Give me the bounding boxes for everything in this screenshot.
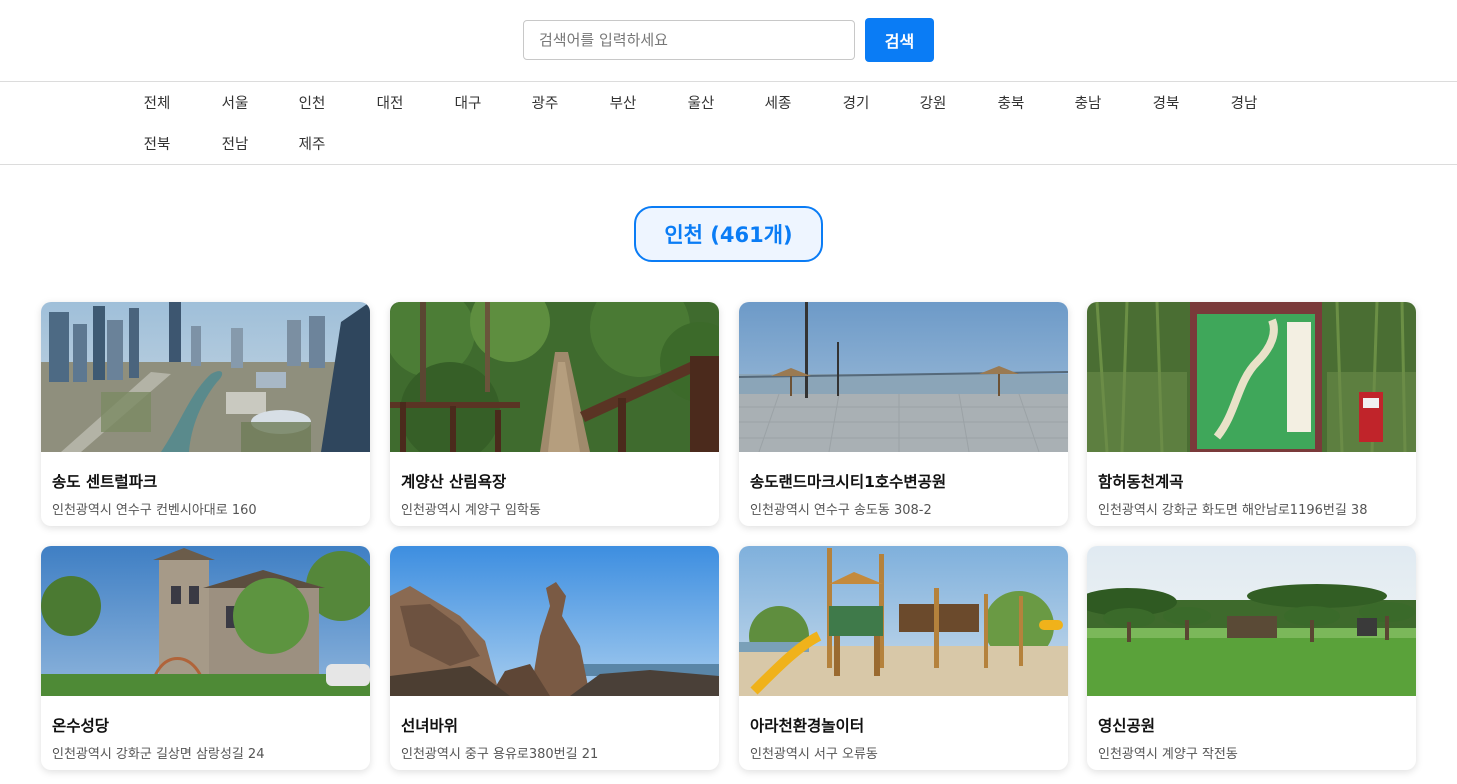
place-address: 인천광역시 강화군 길상면 삼랑성길 24 xyxy=(52,747,265,762)
place-image xyxy=(390,546,719,696)
search-bar: 검색 xyxy=(0,0,1457,82)
region-tab-gyeongbuk[interactable]: 경북 xyxy=(1127,89,1205,119)
place-name: 영신공원 xyxy=(1098,717,1156,735)
place-name: 송도랜드마크시티1호수변공원 xyxy=(750,473,947,491)
region-tab-chungbuk[interactable]: 충북 xyxy=(972,89,1050,119)
region-tab-incheon[interactable]: 인천 xyxy=(273,89,351,119)
place-image xyxy=(739,302,1068,452)
place-image xyxy=(390,302,719,452)
place-image xyxy=(739,546,1068,696)
place-name: 온수성당 xyxy=(52,717,110,735)
place-card[interactable]: 영신공원 인천광역시 계양구 작전동 xyxy=(1087,546,1416,770)
place-name: 선녀바위 xyxy=(401,717,459,735)
region-tab-jeonnam[interactable]: 전남 xyxy=(196,130,274,160)
region-tab-jeju[interactable]: 제주 xyxy=(273,130,351,160)
place-address: 인천광역시 연수구 컨벤시아대로 160 xyxy=(52,503,257,518)
place-card[interactable]: 송도랜드마크시티1호수변공원 인천광역시 연수구 송도동 308-2 xyxy=(739,302,1068,526)
place-image xyxy=(41,302,370,452)
place-card[interactable]: 송도 센트럴파크 인천광역시 연수구 컨벤시아대로 160 xyxy=(41,302,370,526)
region-tab-jeonbuk[interactable]: 전북 xyxy=(118,130,196,160)
place-name: 아라천환경놀이터 xyxy=(750,717,865,735)
region-tab-ulsan[interactable]: 울산 xyxy=(662,89,740,119)
region-tab-gwangju[interactable]: 광주 xyxy=(506,89,584,119)
region-tab-chungnam[interactable]: 충남 xyxy=(1049,89,1127,119)
place-name: 계양산 산림욕장 xyxy=(401,473,507,491)
place-address: 인천광역시 연수구 송도동 308-2 xyxy=(750,503,932,518)
region-tab-daejeon[interactable]: 대전 xyxy=(351,89,429,119)
place-address: 인천광역시 강화군 화도면 해안남로1196번길 38 xyxy=(1098,503,1368,518)
place-address: 인천광역시 서구 오류동 xyxy=(750,747,878,762)
search-input[interactable] xyxy=(523,20,855,60)
place-address: 인천광역시 계양구 임학동 xyxy=(401,503,541,518)
region-tab-sejong[interactable]: 세종 xyxy=(739,89,817,119)
place-image xyxy=(1087,302,1416,452)
region-tab-busan[interactable]: 부산 xyxy=(584,89,662,119)
place-card[interactable]: 함허동천계곡 인천광역시 강화군 화도면 해안남로1196번길 38 xyxy=(1087,302,1416,526)
region-nav: 전체 서울 인천 대전 대구 광주 부산 울산 세종 경기 강원 충북 충남 경… xyxy=(0,82,1457,165)
place-image xyxy=(41,546,370,696)
place-name: 함허동천계곡 xyxy=(1098,473,1184,491)
place-card[interactable]: 계양산 산림욕장 인천광역시 계양구 임학동 xyxy=(390,302,719,526)
region-title: 인천 (461개) xyxy=(634,206,823,262)
place-card[interactable]: 아라천환경놀이터 인천광역시 서구 오류동 xyxy=(739,546,1068,770)
region-tab-gyeongnam[interactable]: 경남 xyxy=(1205,89,1283,119)
search-button[interactable]: 검색 xyxy=(865,18,934,62)
place-card[interactable]: 온수성당 인천광역시 강화군 길상면 삼랑성길 24 xyxy=(41,546,370,770)
region-tab-gyeonggi[interactable]: 경기 xyxy=(817,89,895,119)
place-address: 인천광역시 중구 용유로380번길 21 xyxy=(401,747,599,762)
place-image xyxy=(1087,546,1416,696)
region-tab-gangwon[interactable]: 강원 xyxy=(894,89,972,119)
region-tab-seoul[interactable]: 서울 xyxy=(196,89,274,119)
region-tab-daegu[interactable]: 대구 xyxy=(429,89,507,119)
region-tab-all[interactable]: 전체 xyxy=(118,89,196,119)
place-address: 인천광역시 계양구 작전동 xyxy=(1098,747,1238,762)
place-name: 송도 센트럴파크 xyxy=(52,473,158,491)
place-card[interactable]: 선녀바위 인천광역시 중구 용유로380번길 21 xyxy=(390,546,719,770)
